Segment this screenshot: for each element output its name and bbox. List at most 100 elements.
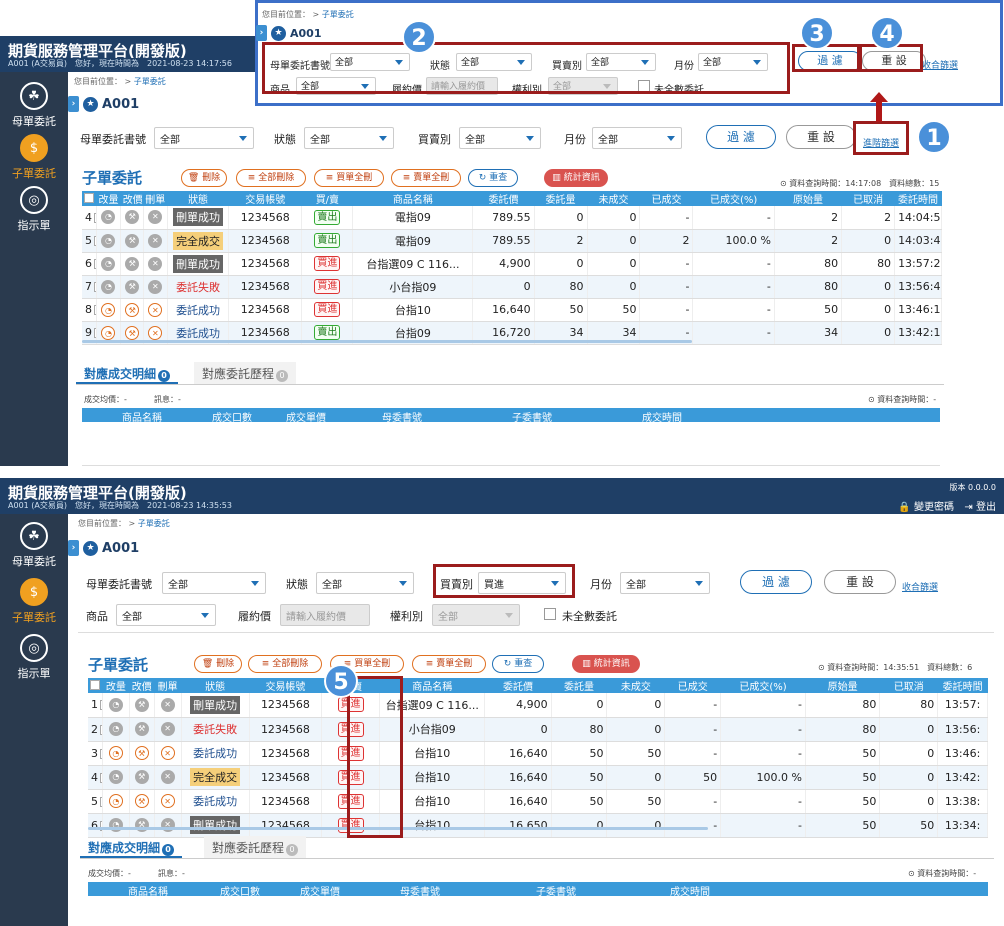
product-cell: 台指選09 C 116... [366,257,460,271]
hammer-icon[interactable]: ⚒ [125,256,140,271]
parent-order-select[interactable]: 全部 [162,572,266,594]
hammer-icon[interactable]: ⚒ [125,302,140,317]
delete-button[interactable]: 🗑 刪除 [181,169,227,187]
trash-icon[interactable]: ✕ [160,746,175,760]
reset-button[interactable]: 重 設 [786,125,856,149]
hammer-icon[interactable]: ⚒ [134,722,149,736]
trash-icon[interactable]: ✕ [148,233,163,248]
table-cell: 電指09 [352,229,474,253]
table-row[interactable]: 2 ◔ ⚒ ✕ 委託失敗 1234568 買進 小台指09 0 80 0- -80 0 13:56: [88,717,988,742]
table-row[interactable]: 5 ◔ ⚒ ✕ 完全成交 1234568 賣出 電指09 789.55 2 0 2 100.0 % 2 0 1… [82,229,942,253]
hammer-icon[interactable]: ⚒ [134,770,149,784]
filter-button[interactable]: 過 濾 [740,570,812,594]
table-row[interactable]: 4 ◔ ⚒ ✕ 刪單成功 1234568 賣出 電指09 789.55 0 0 - - 2 2 14:04:5 [82,206,942,230]
trash-icon[interactable]: ✕ [148,279,163,294]
filter-button[interactable]: 過 濾 [706,125,776,149]
speedometer-icon[interactable]: ◔ [101,325,116,340]
hammer-icon[interactable]: ⚒ [125,325,140,340]
speedometer-icon[interactable]: ◔ [101,302,116,317]
delete-button[interactable]: 🗑 刪除 [194,655,242,673]
sell-all-delete-button[interactable]: ≡ 賣單全刪 [412,655,486,673]
chevron-right-icon[interactable]: › [256,25,267,41]
sidebar-item-instruction[interactable]: ◎ 指示單 [0,186,68,233]
trash-icon[interactable]: ✕ [160,770,175,784]
status-select[interactable]: 全部 [316,572,414,594]
sidebar-item-child-order[interactable]: $ 子單委託 [0,134,68,181]
sidebar-item-parent-order[interactable]: ☘ 母單委託 [0,522,68,569]
change-password-link[interactable]: 🔒 變更密碼 [898,498,954,513]
hammer-icon[interactable]: ⚒ [134,746,149,760]
speedometer-icon[interactable]: ◔ [108,746,123,760]
buysell-select[interactable]: 全部 [459,127,541,149]
month-select[interactable]: 全部 [592,127,682,149]
hammer-icon[interactable]: ⚒ [134,794,149,808]
trash-icon[interactable]: ✕ [148,302,163,317]
hammer-icon[interactable]: ⚒ [134,697,149,712]
refresh-button[interactable]: ↻ 重查 [468,169,518,187]
refresh-button[interactable]: ↻ 重查 [492,655,544,673]
speedometer-icon[interactable]: ◔ [101,256,116,271]
speedometer-icon[interactable]: ◔ [108,697,123,712]
tab-history[interactable]: 對應委託歷程 0 [204,836,307,858]
buy-all-delete-button[interactable]: ≡ 買單全刪 [314,169,384,187]
product-select[interactable]: 全部 [116,604,216,626]
table-row[interactable]: 5 ◔ ⚒ ✕ 委託成功 1234568 買進 台指10 16,640 50 50- -50 0 13:3… [88,789,988,814]
qty-cell: 0 [596,698,604,712]
stats-button[interactable]: ▥ 統計資訊 [544,169,608,187]
table-row[interactable]: 1 ◔ ⚒ ✕ 刪單成功 1234568 買進 台指選09 C 116... 4,900 0 0- -… [88,693,988,718]
unfilled-checkbox[interactable] [544,608,556,620]
table-row[interactable]: 3 ◔ ⚒ ✕ 委託成功 1234568 買進 台指10 16,640 50 50- -50 0 13:4… [88,741,988,766]
month-select[interactable]: 全部 [620,572,710,594]
speedometer-icon[interactable]: ◔ [108,770,123,784]
strike-input[interactable]: 請輸入履約價 [280,604,370,626]
trash-icon[interactable]: ✕ [160,722,175,736]
trash-icon[interactable]: ✕ [148,256,163,271]
status-select[interactable]: 全部 [304,127,394,149]
sidebar-item-instruction[interactable]: ◎ 指示單 [0,634,68,681]
parent-order-select[interactable]: 全部 [154,127,254,149]
logout-link[interactable]: ⇥ 登出 [964,498,996,513]
inset-collapse-link[interactable]: 收合篩選 [922,58,958,71]
qty-cell: 80 [569,280,584,293]
trash-icon[interactable]: ✕ [160,794,175,808]
speedometer-icon[interactable]: ◔ [108,722,123,736]
reset-button[interactable]: 重 設 [824,570,896,594]
table-cell: 買進 [301,298,354,322]
hammer-icon[interactable]: ⚒ [125,233,140,248]
column-header: 狀態 [167,191,229,206]
hammer-icon[interactable]: ⚒ [125,279,140,294]
tab-fills[interactable]: 對應成交明細 0 [76,362,179,384]
sell-all-delete-button[interactable]: ≡ 賣單全刪 [391,169,461,187]
speedometer-icon[interactable]: ◔ [101,210,116,225]
trash-icon[interactable]: ✕ [160,697,175,712]
right-select[interactable]: 全部 [432,604,520,626]
speedometer-icon[interactable]: ◔ [101,233,116,248]
stats-button[interactable]: ▥ 統計資訊 [572,655,640,673]
speedometer-icon[interactable]: ◔ [101,279,116,294]
row-index: 4 [91,770,98,784]
select-all-checkbox[interactable] [90,680,101,690]
table-row[interactable]: 6 ◔ ⚒ ✕ 刪單成功 1234568 買進 台指選09 C 116... 4,900 0 0 - -… [82,252,942,276]
sidebar-item-child-order[interactable]: $ 子單委託 [0,578,68,625]
chevron-right-icon[interactable]: › [68,540,79,556]
sidebar-item-parent-order[interactable]: ☘ 母單委託 [0,82,68,129]
trash-icon[interactable]: ✕ [148,210,163,225]
select-all-checkbox[interactable] [84,193,95,203]
chevron-right-icon[interactable]: › [68,96,79,112]
table-row[interactable]: 8 ◔ ⚒ ✕ 委託成功 1234568 買進 台指10 16,640 50 50 - - 50 0 13:4… [82,298,942,322]
tab-history[interactable]: 對應委託歷程 0 [194,362,297,384]
table-row[interactable]: 4 ◔ ⚒ ✕ 完全成交 1234568 買進 台指10 16,640 50 0 50 100.0 % 5… [88,765,988,790]
hammer-icon[interactable]: ⚒ [125,210,140,225]
table-cell: 買進 [301,275,354,299]
table-cell: 委託成功 [181,741,250,766]
trash-icon[interactable]: ✕ [148,325,163,340]
table-row[interactable]: 7 ◔ ⚒ ✕ 委託失敗 1234568 買進 小台指09 0 80 0 - - 80 0 13:56:4 [82,275,942,299]
delete-all-button[interactable]: ≡ 全部刪除 [248,655,322,673]
price-cell: 16,720 [492,326,531,339]
table-scrollbar[interactable] [82,340,692,343]
collapse-filter-link[interactable]: 收合篩選 [902,580,938,593]
table-row[interactable]: 6 ◔ ⚒ ✕ 刪單成功 1234568 買進 台指10 16,650 0 0- -50 50 13:34… [88,813,988,838]
tab-fills[interactable]: 對應成交明細 0 [80,836,183,858]
delete-all-button[interactable]: ≡ 全部刪除 [236,169,306,187]
speedometer-icon[interactable]: ◔ [108,794,123,808]
